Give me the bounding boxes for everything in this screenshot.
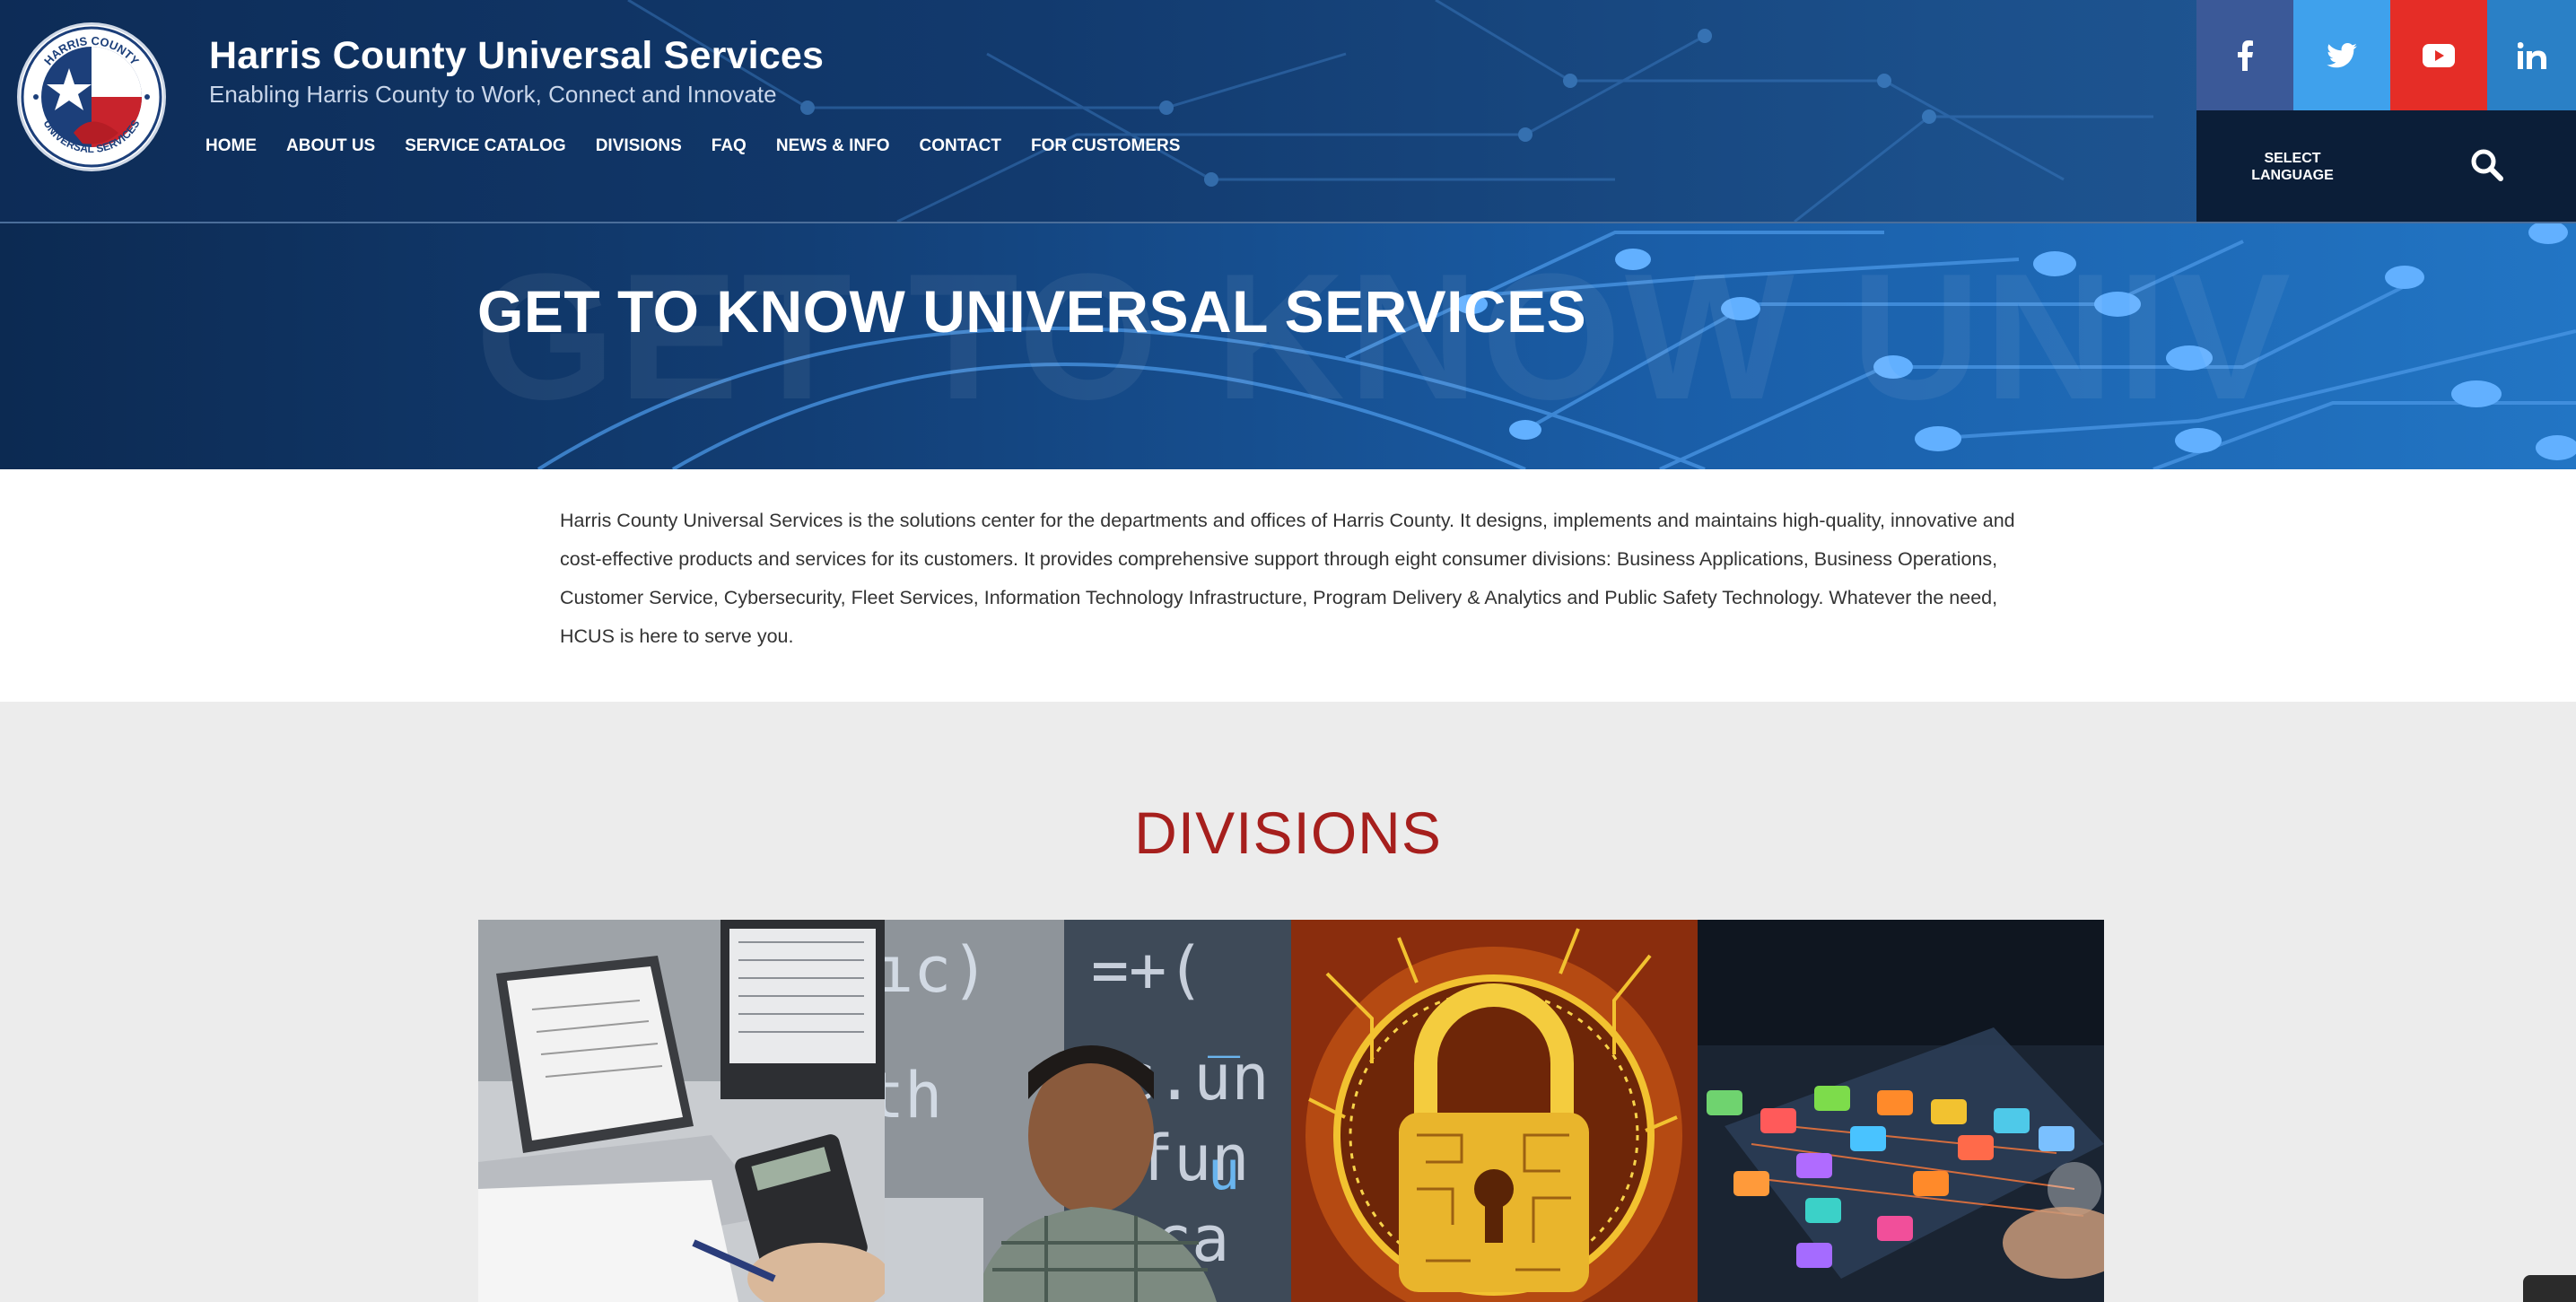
youtube-icon: [2423, 43, 2455, 67]
division-tile-business-operations[interactable]: [478, 920, 885, 1302]
division-tile-cybersecurity[interactable]: [1291, 920, 1698, 1302]
intro-section: Harris County Universal Services is the …: [0, 469, 2576, 702]
nav-faq[interactable]: FAQ: [712, 136, 747, 156]
site-header: HARRIS COUNTY UNIVERSAL SERVICES Harris …: [0, 0, 2576, 223]
twitter-icon: [2327, 42, 2357, 67]
svg-text:=+(: =+(: [1091, 933, 1204, 1007]
logo-seal-icon: HARRIS COUNTY UNIVERSAL SERVICES: [21, 26, 162, 168]
facebook-button[interactable]: [2196, 0, 2293, 110]
main-nav: HOME ABOUT US SERVICE CATALOG DIVISIONS …: [205, 136, 1209, 156]
nav-home[interactable]: HOME: [205, 136, 257, 156]
division-tile-information-technology[interactable]: [1698, 920, 2104, 1302]
cybersecurity-image: [1291, 920, 1698, 1302]
hero-banner: GET TO KNOW UNIV GET TO KNOW UNIVERSAL S…: [0, 223, 2576, 469]
hero-title: GET TO KNOW UNIVERSAL SERVICES: [477, 278, 1587, 345]
search-icon: [2471, 149, 2503, 181]
business-applications-image: ıc) =+( c.un th fun ca _u: [885, 920, 1291, 1302]
site-title[interactable]: Harris County Universal Services: [209, 34, 824, 78]
select-language-button[interactable]: SELECT LANGUAGE: [2243, 150, 2342, 184]
nav-service-catalog[interactable]: SERVICE CATALOG: [405, 136, 565, 156]
svg-text:u: u: [1208, 1140, 1240, 1202]
svg-text:th: th: [885, 1059, 942, 1132]
intro-paragraph: Harris County Universal Services is the …: [560, 510, 2015, 647]
svg-text:ıc): ıc): [885, 933, 989, 1007]
linkedin-button[interactable]: [2487, 0, 2576, 110]
information-technology-image: [1698, 920, 2104, 1302]
svg-text:_: _: [1208, 996, 1241, 1059]
nav-about-us[interactable]: ABOUT US: [286, 136, 375, 156]
business-operations-image: [478, 920, 885, 1302]
site-tagline: Enabling Harris County to Work, Connect …: [209, 81, 777, 108]
nav-news-info[interactable]: NEWS & INFO: [776, 136, 890, 156]
division-tile-business-applications[interactable]: ıc) =+( c.un th fun ca _ u: [885, 920, 1291, 1302]
harris-county-logo[interactable]: HARRIS COUNTY UNIVERSAL SERVICES: [20, 25, 163, 169]
nav-for-customers[interactable]: FOR CUSTOMERS: [1031, 136, 1180, 156]
linkedin-icon: [2517, 41, 2546, 69]
divisions-heading: DIVISIONS: [1134, 800, 1442, 866]
youtube-button[interactable]: [2390, 0, 2487, 110]
search-button[interactable]: [2469, 147, 2509, 187]
nav-divisions[interactable]: DIVISIONS: [596, 136, 682, 156]
facebook-icon: [2238, 39, 2253, 71]
twitter-button[interactable]: [2293, 0, 2390, 110]
corner-widget[interactable]: [2523, 1275, 2576, 1302]
nav-contact[interactable]: CONTACT: [920, 136, 1001, 156]
